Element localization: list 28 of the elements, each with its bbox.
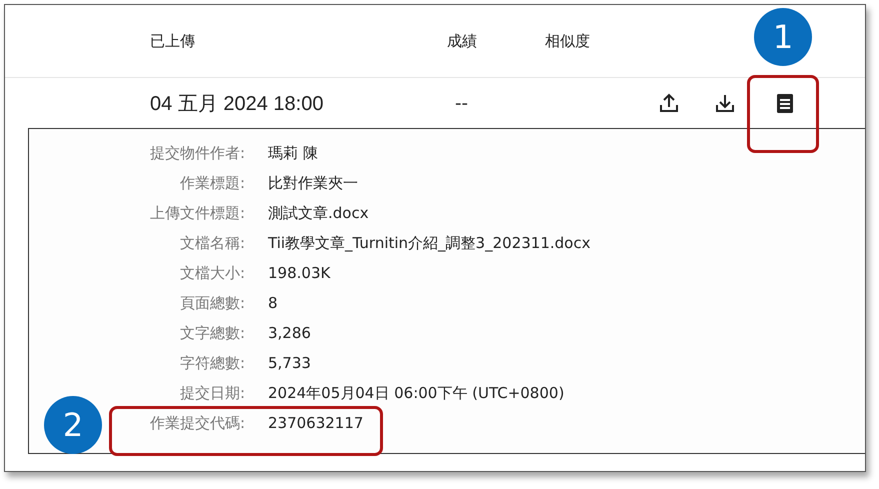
detail-value: 測試文章.docx [268, 203, 370, 224]
detail-value: 比對作業夾一 [268, 173, 359, 194]
detail-value: Tii教學文章_Turnitin介紹_調整3_202311.docx [268, 233, 592, 254]
detail-label: 提交物件作者: [150, 143, 245, 164]
detail-label: 文檔名稱: [180, 233, 245, 254]
detail-label: 提交日期: [180, 383, 245, 404]
grade-value: -- [454, 92, 469, 114]
detail-value: 5,733 [268, 353, 312, 374]
detail-value: 198.03K [268, 263, 332, 284]
detail-value: 8 [268, 293, 279, 314]
detail-value: 2370632117 [268, 413, 364, 434]
upload-icon [658, 92, 680, 114]
upload-date: 04 五月 2024 18:00 [150, 92, 324, 116]
detail-label: 上傳文件標題: [150, 203, 245, 224]
detail-label: 頁面總數: [180, 293, 245, 314]
detail-value: 3,286 [268, 323, 312, 344]
detail-label: 字符總數: [180, 353, 245, 374]
column-header[interactable]: 相似度 [545, 32, 590, 50]
detail-value: 瑪莉 陳 [268, 143, 319, 164]
download-icon [714, 92, 736, 114]
column-header[interactable]: 成績 [447, 32, 545, 50]
detail-label: 作業提交代碼: [150, 413, 245, 434]
document-icon [774, 92, 796, 114]
column-header[interactable]: 已上傳 [150, 32, 447, 50]
detail-value: 2024年05月04日 06:00下午 (UTC+0800) [268, 383, 566, 404]
detail-label: 文檔大小: [180, 263, 245, 284]
detail-label: 作業標題: [180, 173, 245, 194]
detail-label: 文字總數: [180, 323, 245, 344]
